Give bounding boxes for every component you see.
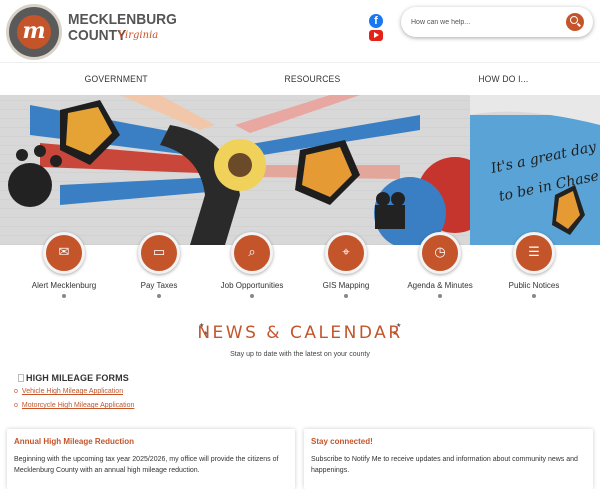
quick-link-agenda-minutes[interactable]: ◷ Agenda & Minutes [400, 232, 480, 298]
mural-art: It's a great day to be in Chase [8, 95, 600, 245]
news-card-title[interactable]: Annual High Mileage Reduction [14, 437, 134, 446]
quick-link-label[interactable]: Job Opportunities [212, 281, 292, 290]
quick-link-circle[interactable]: ✉ [43, 232, 85, 274]
quick-link-circle[interactable]: ⌕ [231, 232, 273, 274]
quick-link-gis-mapping[interactable]: ⌖ GIS Mapping [306, 232, 386, 298]
high-mileage-heading: HIGH MILEAGE FORMS [18, 373, 129, 383]
briefcase-icon: ⌕ [248, 245, 256, 260]
site-header: m MECKLENBURG COUNTY Virginia f [0, 0, 600, 62]
news-card-text: Beginning with the upcoming tax year 202… [14, 456, 279, 474]
news-calendar-title: NEWS & CALENDAR [197, 323, 403, 343]
quick-link-label[interactable]: Public Notices [494, 281, 574, 290]
map-icon: ⌖ [342, 245, 350, 260]
quick-link-public-notices[interactable]: ☰ Public Notices [494, 232, 574, 298]
news-card: Annual High Mileage Reduction Beginning … [7, 429, 295, 489]
quick-link-label[interactable]: Pay Taxes [119, 281, 199, 290]
quick-link-circle[interactable]: ▭ [138, 232, 180, 274]
quick-link-dot [438, 294, 442, 298]
search-input[interactable] [411, 15, 561, 29]
search-icon[interactable] [566, 13, 584, 31]
quick-link-pay-taxes[interactable]: ▭ Pay Taxes [119, 232, 199, 298]
document-icon [18, 374, 24, 382]
quick-link-circle[interactable]: ◷ [419, 232, 461, 274]
county-logo[interactable]: m [6, 4, 62, 60]
quick-link-circle[interactable]: ⌖ [325, 232, 367, 274]
quick-link-label[interactable]: Alert Mecklenburg [24, 281, 104, 290]
chat-icon: ✉ [58, 245, 70, 260]
news-calendar-subtitle: Stay up to date with the latest on your … [230, 351, 370, 358]
notice-icon: ☰ [528, 245, 540, 260]
quick-link-job-opportunities[interactable]: ⌕ Job Opportunities [212, 232, 292, 298]
search-bar [401, 7, 593, 37]
high-mileage-title: HIGH MILEAGE FORMS [26, 373, 129, 383]
quick-link-circle[interactable]: ☰ [513, 232, 555, 274]
hero-mural-image: It's a great day to be in Chase [0, 95, 600, 245]
quick-link-alert-mecklenburg[interactable]: ✉ Alert Mecklenburg [24, 232, 104, 298]
quick-link-dot [62, 294, 66, 298]
news-card: Stay connected! Subscribe to Notify Me t… [304, 429, 593, 489]
motorcycle-high-mileage-link[interactable]: Motorcycle High Mileage Application [14, 402, 134, 409]
nav-how-do-i[interactable]: HOW DO I... [478, 74, 528, 84]
quick-link-dot [344, 294, 348, 298]
vehicle-high-mileage-link[interactable]: Vehicle High Mileage Application [14, 388, 123, 395]
youtube-icon[interactable] [369, 30, 383, 41]
news-card-text: Subscribe to Notify Me to receive update… [311, 456, 578, 474]
nav-government[interactable]: GOVERNMENT [85, 74, 148, 84]
news-card-title[interactable]: Stay connected! [311, 437, 373, 446]
brand-script: Virginia [118, 30, 159, 41]
quick-link-dot [250, 294, 254, 298]
stopwatch-icon: ◷ [434, 245, 446, 260]
credit-card-icon: ▭ [152, 245, 166, 260]
brand-line-1: MECKLENBURG [68, 11, 177, 28]
quick-link-label[interactable]: Agenda & Minutes [400, 281, 480, 290]
brand-name[interactable]: MECKLENBURG COUNTY Virginia [68, 12, 186, 44]
quick-link-dot [532, 294, 536, 298]
quick-link-label[interactable]: GIS Mapping [306, 281, 386, 290]
main-nav: GOVERNMENT RESOURCES HOW DO I... [0, 62, 600, 95]
nav-resources[interactable]: RESOURCES [284, 74, 340, 84]
quick-link-dot [157, 294, 161, 298]
facebook-icon[interactable]: f [369, 14, 383, 28]
logo-letter: m [17, 15, 51, 49]
